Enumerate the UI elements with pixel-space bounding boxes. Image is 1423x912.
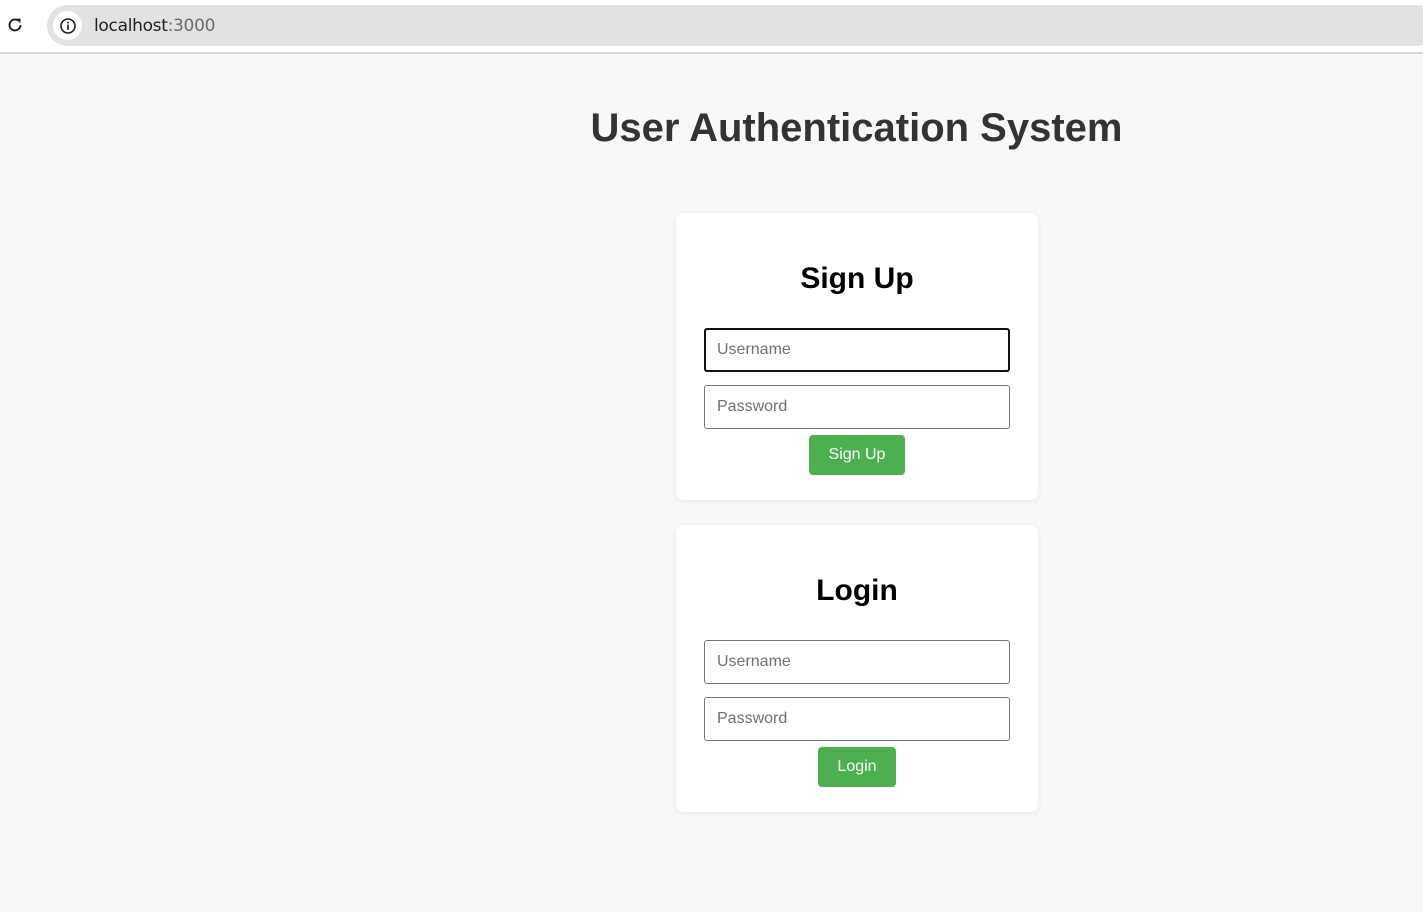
info-icon (59, 17, 76, 34)
login-card: Login Login (676, 525, 1038, 812)
signup-button[interactable]: Sign Up (809, 435, 905, 475)
signup-password-input[interactable] (704, 385, 1010, 429)
login-title: Login (816, 574, 898, 607)
url-port: :3000 (167, 16, 216, 36)
address-bar[interactable]: localhost:3000 (47, 5, 1423, 46)
signup-title: Sign Up (800, 262, 914, 295)
browser-toolbar: localhost:3000 (0, 0, 1423, 54)
reload-button[interactable] (4, 14, 26, 36)
page-title: User Authentication System (590, 106, 1123, 150)
login-username-input[interactable] (704, 640, 1010, 684)
login-button[interactable]: Login (818, 747, 896, 787)
url-text[interactable]: localhost:3000 (94, 16, 215, 36)
login-password-input[interactable] (704, 697, 1010, 741)
signup-username-input[interactable] (704, 328, 1010, 372)
reload-icon (8, 18, 22, 32)
url-host: localhost (94, 16, 168, 36)
site-info-button[interactable] (53, 11, 82, 40)
signup-card: Sign Up Sign Up (676, 213, 1038, 500)
